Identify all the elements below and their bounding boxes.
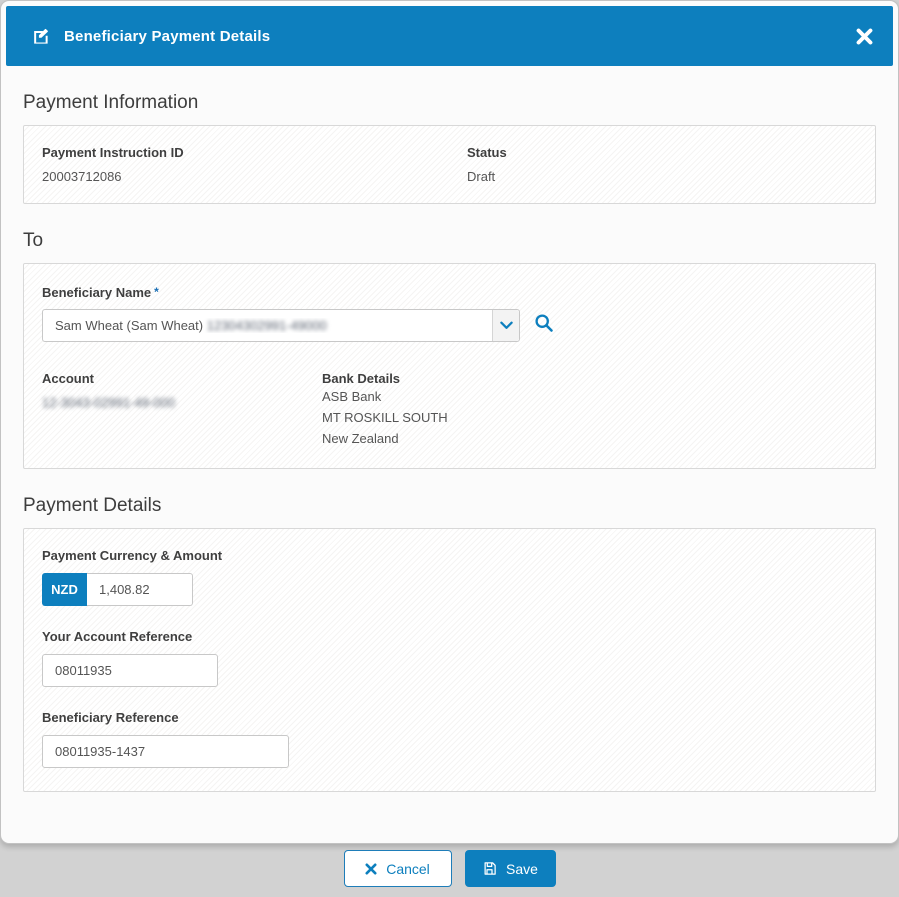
account-masked-value: 12-3043-02991-49-000 — [42, 395, 175, 410]
modal-footer: Cancel Save — [23, 850, 876, 897]
to-section: To Beneficiary Name * Sam Wheat (Sam Whea… — [23, 230, 876, 469]
modal-title: Beneficiary Payment Details — [64, 27, 271, 45]
required-asterisk: * — [154, 285, 159, 299]
currency-amount-row: NZD — [42, 573, 857, 606]
cancel-button[interactable]: Cancel — [343, 850, 452, 887]
payment-instruction-id-value: 20003712086 — [42, 169, 122, 184]
bank-details-field: Bank Details ASB Bank MT ROSKILL SOUTH N… — [322, 371, 857, 449]
search-icon[interactable] — [534, 313, 554, 338]
account-reference-group: Your Account Reference — [42, 629, 857, 687]
beneficiary-reference-group: Beneficiary Reference — [42, 710, 857, 768]
beneficiary-payment-details-modal: Beneficiary Payment Details Payment Info… — [0, 0, 899, 887]
to-card: Beneficiary Name * Sam Wheat (Sam Wheat) … — [23, 263, 876, 469]
floppy-disk-icon — [482, 861, 497, 876]
payment-information-card: Payment Instruction ID 20003712086 Statu… — [23, 125, 876, 204]
account-field: Account 12-3043-02991-49-000 — [42, 371, 322, 449]
bank-country: New Zealand — [322, 431, 399, 446]
bank-branch: MT ROSKILL SOUTH — [322, 410, 448, 425]
beneficiary-selected-name: Sam Wheat (Sam Wheat) — [55, 318, 204, 333]
bank-details-label: Bank Details — [322, 371, 401, 386]
modal-header: Beneficiary Payment Details — [6, 6, 893, 66]
status-value: Draft — [467, 169, 496, 184]
currency-amount-label: Payment Currency & Amount — [42, 548, 223, 563]
bank-name: ASB Bank — [322, 389, 382, 404]
status-label: Status — [467, 145, 507, 160]
beneficiary-name-label-row: Beneficiary Name * — [42, 285, 857, 300]
cancel-button-label: Cancel — [386, 860, 430, 877]
payment-instruction-id-field: Payment Instruction ID 20003712086 — [42, 145, 467, 184]
save-button-label: Save — [506, 860, 538, 877]
currency-code-badge: NZD — [42, 573, 87, 606]
status-field: Status Draft — [467, 145, 857, 184]
payment-details-card: Payment Currency & Amount NZD Your Accou… — [23, 528, 876, 792]
modal-body: Payment Information Payment Instruction … — [6, 66, 893, 897]
beneficiary-reference-input[interactable] — [42, 735, 289, 768]
account-bank-row: Account 12-3043-02991-49-000 Bank Detail… — [42, 371, 857, 449]
account-reference-label: Your Account Reference — [42, 629, 193, 644]
to-heading: To — [23, 230, 44, 251]
amount-input[interactable] — [87, 573, 193, 606]
payment-information-heading: Payment Information — [23, 92, 199, 113]
save-button[interactable]: Save — [464, 850, 556, 887]
beneficiary-name-label: Beneficiary Name — [42, 285, 152, 300]
account-reference-input[interactable] — [42, 654, 218, 687]
payment-details-heading: Payment Details — [23, 495, 162, 516]
beneficiary-selected-option: Sam Wheat (Sam Wheat) 12304302991-49000 — [43, 318, 492, 333]
edit-icon — [31, 27, 50, 46]
currency-amount-group: Payment Currency & Amount NZD — [42, 548, 857, 606]
beneficiary-select-row: Sam Wheat (Sam Wheat) 12304302991-49000 — [42, 309, 857, 342]
account-label: Account — [42, 371, 94, 386]
payment-information-section: Payment Information Payment Instruction … — [23, 92, 876, 204]
beneficiary-selected-masked-number: 12304302991-49000 — [206, 318, 327, 333]
chevron-down-icon[interactable] — [492, 310, 519, 341]
payment-details-section: Payment Details Payment Currency & Amoun… — [23, 495, 876, 792]
beneficiary-name-select[interactable]: Sam Wheat (Sam Wheat) 12304302991-49000 — [42, 309, 520, 342]
beneficiary-reference-label: Beneficiary Reference — [42, 710, 179, 725]
x-icon — [365, 862, 377, 875]
close-icon[interactable] — [856, 28, 873, 45]
payment-instruction-id-label: Payment Instruction ID — [42, 145, 184, 160]
